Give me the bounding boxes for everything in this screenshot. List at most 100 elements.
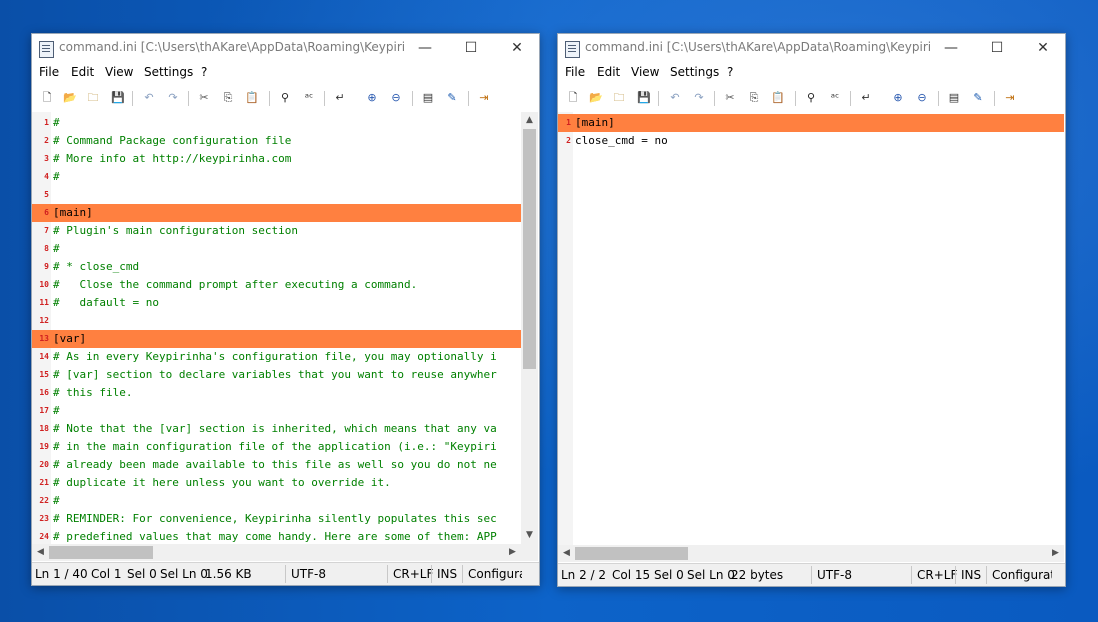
close-button[interactable]: ✕ [1020, 34, 1066, 62]
view-icon[interactable]: ▤ [420, 90, 436, 106]
code-line[interactable]: 14 # As in every Keypirinha's configurati… [32, 348, 521, 366]
horizontal-scrollbar[interactable]: ◀ ▶ [32, 544, 521, 561]
menu-view[interactable]: View [631, 65, 659, 79]
save-icon[interactable]: 💾 [110, 90, 126, 106]
menu-settings[interactable]: Settings [144, 65, 193, 79]
menu-edit[interactable]: Edit [597, 65, 620, 79]
status-scheme[interactable]: Configurat [468, 567, 522, 581]
minimize-button[interactable]: — [928, 34, 974, 62]
code-line[interactable]: 4 # [32, 168, 521, 186]
browse-icon[interactable]: 🗀 [85, 90, 101, 106]
status-encoding[interactable]: UTF-8 [817, 568, 852, 582]
code-line[interactable]: 21 # duplicate it here unless you want to… [32, 474, 521, 492]
scroll-up-icon[interactable]: ▲ [521, 112, 538, 129]
exit-icon[interactable]: ⇥ [476, 90, 492, 106]
find-icon[interactable]: ⚲ [277, 90, 293, 106]
scroll-right-icon[interactable]: ▶ [504, 544, 521, 561]
code-line[interactable]: 10 # Close the command prompt after execu… [32, 276, 521, 294]
status-insert-mode[interactable]: INS [437, 567, 457, 581]
status-scheme[interactable]: Configurat [992, 568, 1052, 582]
code-line[interactable]: 3 # More info at http://keypirinha.com [32, 150, 521, 168]
status-line-ending[interactable]: CR+LF [393, 567, 433, 581]
scroll-left-icon[interactable]: ◀ [558, 545, 575, 562]
status-insert-mode[interactable]: INS [961, 568, 981, 582]
code-line[interactable]: 23 # REMINDER: For convenience, Keypirinh… [32, 510, 521, 528]
copy-icon[interactable]: ⎘ [746, 90, 762, 106]
menu-help[interactable]: ? [201, 65, 207, 79]
code-line[interactable]: 15 # [var] section to declare variables t… [32, 366, 521, 384]
wordwrap-icon[interactable]: ↵ [858, 90, 874, 106]
undo-icon[interactable]: ↶ [141, 90, 157, 106]
zoom-in-icon[interactable]: ⊕ [890, 90, 906, 106]
code-line[interactable]: 6 [main] [32, 204, 521, 222]
undo-icon[interactable]: ↶ [667, 90, 683, 106]
close-button[interactable]: ✕ [494, 34, 540, 62]
code-line[interactable]: 22 # [32, 492, 521, 510]
view-icon[interactable]: ▤ [946, 90, 962, 106]
code-line[interactable]: 2 close_cmd = no [558, 132, 1064, 150]
code-line[interactable]: 8 # [32, 240, 521, 258]
menu-edit[interactable]: Edit [71, 65, 94, 79]
zoom-out-icon[interactable]: ⊖ [388, 90, 404, 106]
new-file-icon[interactable]: 🗋 [565, 90, 581, 106]
menu-view[interactable]: View [105, 65, 133, 79]
code-line[interactable]: 2 # Command Package configuration file [32, 132, 521, 150]
code-line[interactable]: 1 [main] [558, 114, 1064, 132]
menu-file[interactable]: File [565, 65, 585, 79]
title-bar[interactable]: command.ini [C:\Users\thAKare\AppData\Ro… [558, 34, 1065, 62]
editor-area[interactable]: 1 #2 # Command Package configuration file 3… [32, 112, 521, 544]
title-bar[interactable]: command.ini [C:\Users\thAKare\AppData\Ro… [32, 34, 539, 62]
browse-icon[interactable]: 🗀 [611, 90, 627, 106]
zoom-in-icon[interactable]: ⊕ [364, 90, 380, 106]
wordwrap-icon[interactable]: ↵ [332, 90, 348, 106]
zoom-out-icon[interactable]: ⊖ [914, 90, 930, 106]
code-line[interactable]: 24 # predefined values that may come hand… [32, 528, 521, 544]
copy-icon[interactable]: ⎘ [220, 90, 236, 106]
code-line[interactable]: 11 # dafault = no [32, 294, 521, 312]
menu-file[interactable]: File [39, 65, 59, 79]
open-icon[interactable]: 📂 [588, 90, 604, 106]
scrollbar-thumb[interactable] [575, 547, 688, 560]
code-line[interactable]: 18 # Note that the [var] section is inher… [32, 420, 521, 438]
scroll-down-icon[interactable]: ▼ [521, 527, 538, 544]
horizontal-scrollbar[interactable]: ◀ ▶ [558, 545, 1064, 562]
scrollbar-thumb[interactable] [49, 546, 153, 559]
vertical-scrollbar[interactable]: ▲ ▼ [521, 112, 538, 544]
menu-help[interactable]: ? [727, 65, 733, 79]
status-encoding[interactable]: UTF-8 [291, 567, 326, 581]
code-line[interactable]: 19 # in the main configuration file of th… [32, 438, 521, 456]
scroll-left-icon[interactable]: ◀ [32, 544, 49, 561]
scrollbar-thumb[interactable] [523, 129, 536, 369]
paste-icon[interactable]: 📋 [770, 90, 786, 106]
paste-icon[interactable]: 📋 [244, 90, 260, 106]
open-icon[interactable]: 📂 [62, 90, 78, 106]
cut-icon[interactable]: ✂ [196, 90, 212, 106]
code-line[interactable]: 9 # * close_cmd [32, 258, 521, 276]
new-file-icon[interactable]: 🗋 [39, 90, 55, 106]
replace-icon[interactable]: ᵃᶜ [827, 90, 843, 106]
code-line[interactable]: 5 [32, 186, 521, 204]
code-line[interactable]: 1 # [32, 114, 521, 132]
scroll-right-icon[interactable]: ▶ [1047, 545, 1064, 562]
code-line[interactable]: 17 # [32, 402, 521, 420]
exit-icon[interactable]: ⇥ [1002, 90, 1018, 106]
code-line[interactable]: 16 # this file. [32, 384, 521, 402]
minimize-button[interactable]: — [402, 34, 448, 62]
edit-scheme-icon[interactable]: ✎ [444, 90, 460, 106]
editor-area[interactable]: 1 [main] 2 close_cmd = no [558, 112, 1064, 545]
status-line-ending[interactable]: CR+LF [917, 568, 957, 582]
code-line[interactable]: 20 # already been made available to this … [32, 456, 521, 474]
maximize-button[interactable]: ☐ [974, 34, 1020, 62]
menu-settings[interactable]: Settings [670, 65, 719, 79]
cut-icon[interactable]: ✂ [722, 90, 738, 106]
save-icon[interactable]: 💾 [636, 90, 652, 106]
maximize-button[interactable]: ☐ [448, 34, 494, 62]
edit-scheme-icon[interactable]: ✎ [970, 90, 986, 106]
redo-icon[interactable]: ↷ [691, 90, 707, 106]
code-line[interactable]: 7 # Plugin's main configuration section [32, 222, 521, 240]
replace-icon[interactable]: ᵃᶜ [301, 90, 317, 106]
code-line[interactable]: 12 [32, 312, 521, 330]
code-line[interactable]: 13 [var] [32, 330, 521, 348]
redo-icon[interactable]: ↷ [165, 90, 181, 106]
find-icon[interactable]: ⚲ [803, 90, 819, 106]
